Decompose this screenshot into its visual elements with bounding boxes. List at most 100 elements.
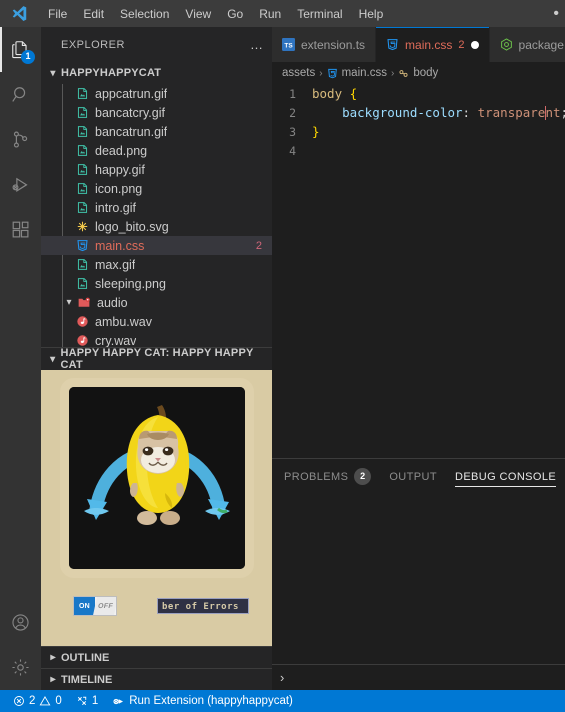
code-editor[interactable]: 1 body { 2 background-color: transparent…: [272, 84, 565, 458]
folder-audio-icon: [75, 296, 93, 309]
sidebar-title-label: EXPLORER: [61, 38, 125, 51]
workbench-body: 1 EXPLORER … ▾ HAPPYHAPPYCAT appcatrun.g…: [0, 27, 565, 690]
css-selector: body: [312, 86, 343, 101]
error-count: 2: [29, 695, 36, 707]
breadcrumb-item-assets[interactable]: assets: [282, 67, 315, 79]
tree-row-happy-gif[interactable]: happy.gif: [41, 160, 272, 179]
menu-terminal[interactable]: Terminal: [289, 3, 350, 25]
image-file-icon: [73, 125, 91, 138]
sidebar-title: EXPLORER …: [41, 27, 272, 62]
toggle-off-label: OFF: [93, 597, 116, 615]
menu-selection[interactable]: Selection: [112, 3, 177, 25]
debug-start-icon: [112, 695, 125, 708]
breadcrumb: assets › main.css › body: [272, 62, 565, 84]
tree-row-cry-wav[interactable]: cry.wav: [41, 331, 272, 347]
explorer-root-folder[interactable]: ▾ HAPPYHAPPYCAT: [41, 62, 272, 84]
tree-row-bancatcry-gif[interactable]: bancatcry.gif: [41, 103, 272, 122]
menu-help[interactable]: Help: [351, 3, 392, 25]
image-file-icon: [73, 258, 91, 271]
activity-item-extensions[interactable]: [0, 207, 41, 252]
toggle-on-label: ON: [74, 597, 95, 615]
code-text: body {: [312, 86, 357, 101]
menu-go[interactable]: Go: [219, 3, 251, 25]
tree-row-main-css[interactable]: main.css 2: [41, 236, 272, 255]
activity-item-accounts[interactable]: [0, 600, 41, 645]
tree-row-audio[interactable]: ▾ audio: [41, 293, 272, 312]
svg-file-icon: [73, 220, 91, 233]
source-control-icon: [10, 129, 32, 151]
file-name: bancatrun.gif: [95, 124, 168, 139]
bottom-panel: PROBLEMS 2 OUTPUT DEBUG CONSOLE TERMIN: [272, 458, 565, 690]
number-of-errors-field[interactable]: ber of Errors: [157, 598, 249, 614]
tab-main-css[interactable]: main.css 2: [376, 27, 490, 62]
tab-package-json[interactable]: package.j: [489, 27, 565, 62]
breadcrumb-item-body[interactable]: body: [413, 67, 438, 79]
file-tree[interactable]: appcatrun.gif bancatcry.gif bancatrun.gif d…: [41, 84, 272, 347]
debug-console-input[interactable]: ›: [272, 664, 565, 690]
tree-row-logo_bito-svg[interactable]: logo_bito.svg: [41, 217, 272, 236]
image-file-icon: [73, 144, 91, 157]
chevron-right-icon: ▸: [50, 674, 56, 685]
tree-row-icon-png[interactable]: icon.png: [41, 179, 272, 198]
line-number: 2: [289, 105, 296, 120]
status-ports[interactable]: 1: [71, 690, 103, 712]
tree-row-intro-gif[interactable]: intro.gif: [41, 198, 272, 217]
more-actions-icon[interactable]: …: [250, 37, 264, 52]
root-folder-label: HAPPYHAPPYCAT: [61, 67, 162, 79]
audio-file-icon: [73, 334, 91, 347]
tree-row-sleeping-png[interactable]: sleeping.png: [41, 274, 272, 293]
chevron-right-icon: ›: [280, 670, 285, 685]
window-controls: •: [553, 5, 565, 21]
cat-panel-header[interactable]: ▾ HAPPY HAPPY CAT: HAPPY HAPPY CAT: [41, 347, 272, 371]
tab-modified-indicator[interactable]: [470, 40, 479, 49]
open-brace: {: [342, 86, 358, 101]
ts-file-icon: TS: [282, 38, 295, 51]
activity-item-run-and-debug[interactable]: [0, 162, 41, 207]
chevron-down-icon: ▾: [50, 353, 56, 365]
file-problem-count: 2: [255, 239, 262, 252]
tree-row-ambu-wav[interactable]: ambu.wav: [41, 312, 272, 331]
error-circle-icon: [13, 695, 25, 707]
menu-file[interactable]: File: [40, 3, 75, 25]
menu-edit[interactable]: Edit: [75, 3, 112, 25]
cat-on-off-toggle[interactable]: ON OFF: [73, 596, 117, 616]
activity-item-explorer[interactable]: 1: [0, 27, 41, 72]
panel-tab-problems[interactable]: PROBLEMS 2: [284, 459, 372, 494]
tree-row-dead-png[interactable]: dead.png: [41, 141, 272, 160]
css-value-after-cursor: nt: [545, 105, 561, 120]
menu-view[interactable]: View: [177, 3, 219, 25]
file-name: intro.gif: [95, 200, 136, 215]
breadcrumb-item-main-css[interactable]: main.css: [342, 67, 387, 79]
search-icon: [10, 84, 32, 106]
warning-count: 0: [55, 695, 62, 707]
activity-item-manage[interactable]: [0, 645, 41, 690]
chevron-right-icon: ›: [390, 67, 395, 79]
tree-row-max-gif[interactable]: max.gif: [41, 255, 272, 274]
close-brace: }: [312, 124, 320, 139]
panel-tab-output[interactable]: OUTPUT: [389, 459, 437, 494]
activity-item-source-control[interactable]: [0, 117, 41, 162]
file-name: happy.gif: [95, 162, 145, 177]
tab-label: main.css: [405, 37, 453, 52]
tab-extension-ts[interactable]: TS extension.ts: [272, 27, 377, 62]
section-outline[interactable]: ▸ OUTLINE: [41, 646, 272, 668]
title-bar: File Edit Selection View Go Run Terminal…: [0, 0, 565, 27]
file-name: main.css: [95, 238, 145, 253]
css-file-icon: [327, 68, 338, 79]
activity-item-search[interactable]: [0, 72, 41, 117]
css-property: background-color: [342, 105, 463, 120]
status-problems[interactable]: 2 0: [8, 690, 67, 712]
editor-area: TS extension.ts main.css 2 package.j ass…: [272, 27, 565, 690]
tree-row-bancatrun-gif[interactable]: bancatrun.gif: [41, 122, 272, 141]
status-launch-config[interactable]: Run Extension (happyhappycat): [107, 690, 298, 712]
section-timeline[interactable]: ▸ TIMELINE: [41, 668, 272, 690]
image-file-icon: [73, 201, 91, 214]
tree-row-appcatrun-gif[interactable]: appcatrun.gif: [41, 84, 272, 103]
file-name: icon.png: [95, 181, 143, 196]
menu-run[interactable]: Run: [251, 3, 289, 25]
css-symbol-icon: [398, 68, 409, 79]
svg-text:TS: TS: [284, 42, 293, 49]
file-name: ambu.wav: [95, 314, 152, 329]
js-file-icon: [500, 38, 513, 51]
panel-tab-debug-console[interactable]: DEBUG CONSOLE: [454, 459, 557, 494]
